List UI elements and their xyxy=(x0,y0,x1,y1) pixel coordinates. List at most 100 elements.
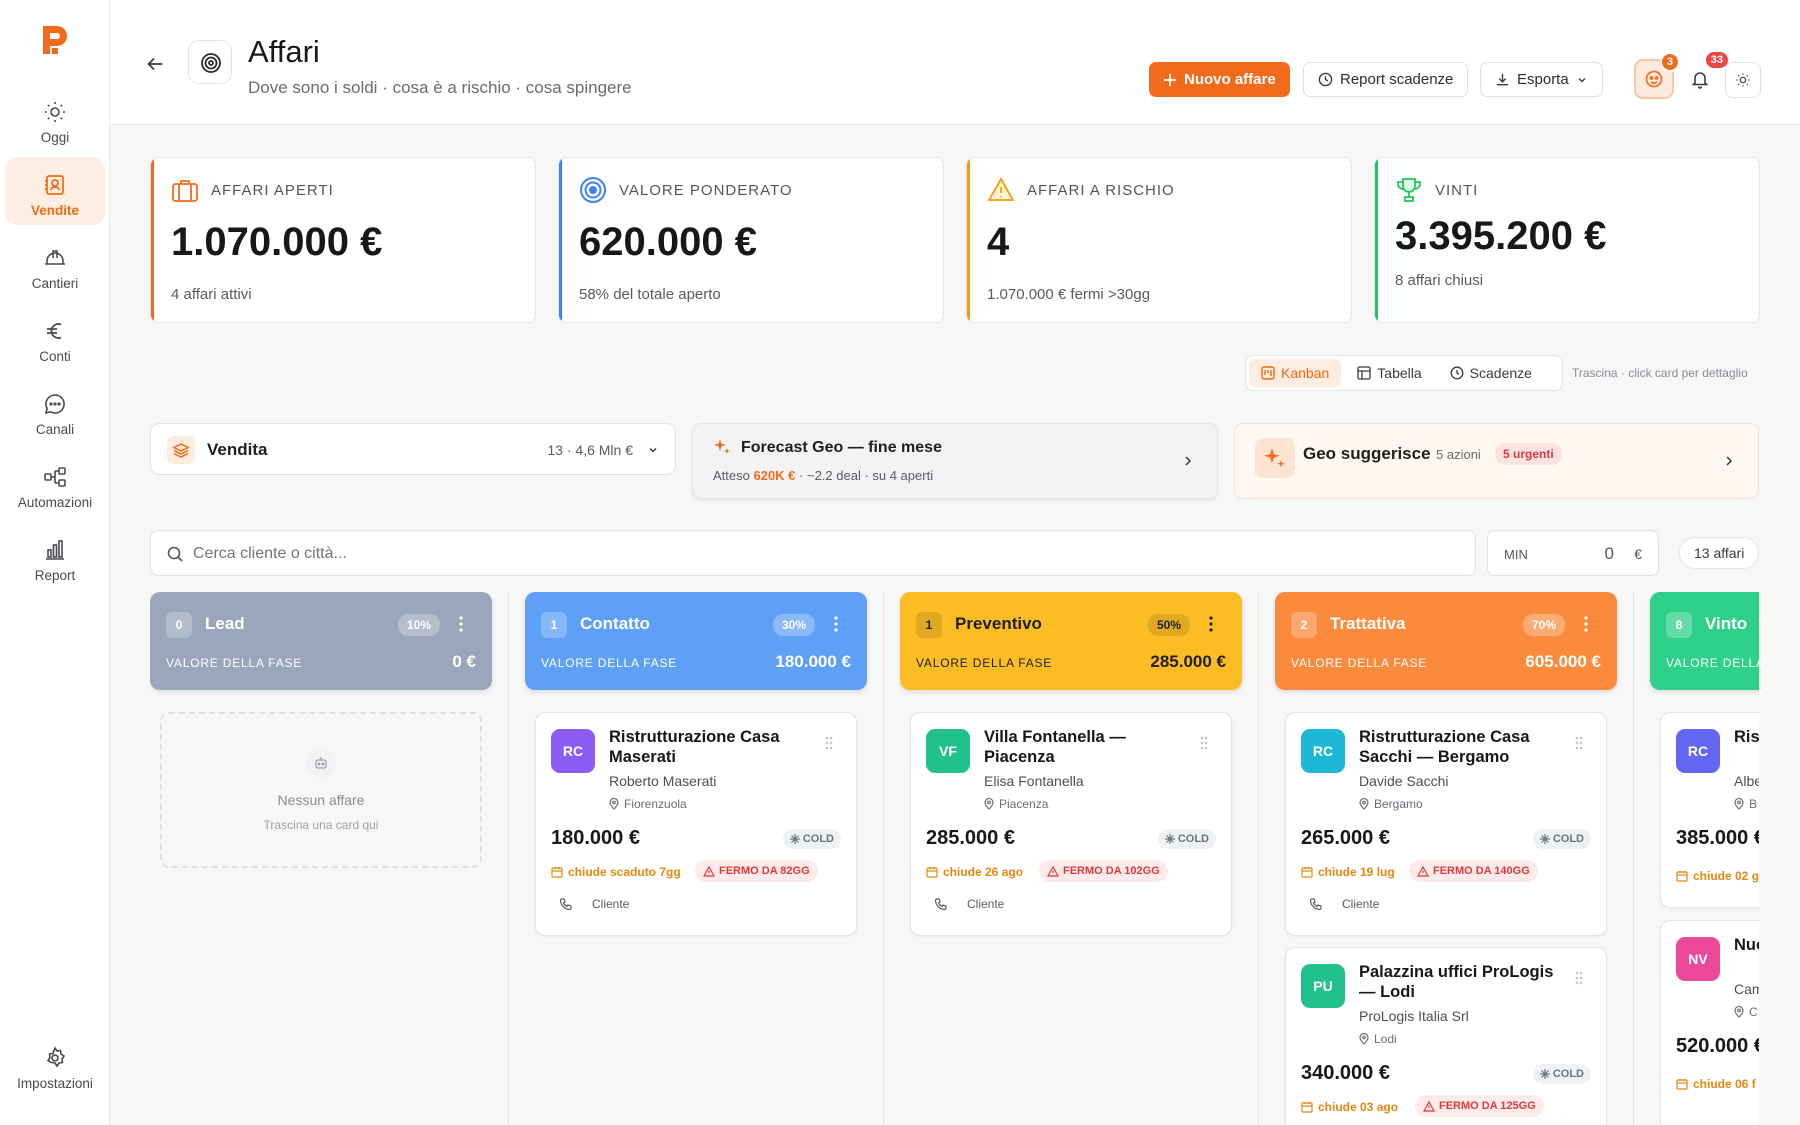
column-value-label: VALORE DELLA FASE xyxy=(1666,656,1759,670)
temperature-label: COLD xyxy=(1552,1068,1584,1080)
contacts-icon xyxy=(43,173,67,197)
sparkle-icon xyxy=(713,438,731,456)
trophy-icon xyxy=(1395,176,1423,204)
phone-icon[interactable] xyxy=(1309,897,1322,911)
pipeline-name: Vendita xyxy=(207,440,268,459)
deal-contact: Elisa Fontanella xyxy=(984,773,1084,789)
deal-card[interactable]: RC Ristrutturazione Casa Sacchi — Bergam… xyxy=(1285,712,1607,936)
search-icon xyxy=(167,546,183,562)
deal-value: 385.000 € xyxy=(1676,827,1759,849)
deal-card[interactable]: NV Nuova Cer Cam C 520.000 € chiude 06 f xyxy=(1660,920,1759,1125)
temperature-label: COLD xyxy=(802,833,834,845)
phone-icon[interactable] xyxy=(934,897,947,911)
export-dropdown[interactable]: Esporta xyxy=(1480,62,1603,97)
column-count: 8 xyxy=(1666,612,1692,638)
layers-icon xyxy=(167,436,195,464)
drag-handle-icon[interactable] xyxy=(1199,735,1209,751)
chevron-right-icon xyxy=(1724,454,1734,468)
contact-type: Cliente xyxy=(934,897,1004,911)
stall-badge: FERMO DA 82GG xyxy=(695,860,818,882)
stat-open-deals: AFFARI APERTI 1.070.000 € 4 affari attiv… xyxy=(150,157,536,323)
pin-icon xyxy=(1359,798,1369,810)
notifications-button[interactable]: 33 xyxy=(1680,50,1730,99)
app-logo[interactable] xyxy=(41,24,69,56)
warning-icon xyxy=(703,865,715,877)
stat-won: VINTI 3.395.200 € 8 affari chiusi xyxy=(1374,157,1760,323)
column-name: Vinto xyxy=(1705,614,1748,633)
search-input[interactable] xyxy=(193,539,1453,569)
empty-dropzone[interactable]: Nessun affare Trascina una card qui xyxy=(160,712,482,868)
min-value-filter[interactable]: MIN 0 € xyxy=(1487,530,1659,576)
column-preventivo: 1 Preventivo 50% VALORE DELLA FASE 285.0… xyxy=(900,592,1242,1125)
more-vertical-icon[interactable] xyxy=(1577,614,1595,634)
column-header[interactable]: 2 Trattativa 70% VALORE DELLA FASE 605.0… xyxy=(1275,592,1617,690)
deal-city: C xyxy=(1749,1005,1758,1019)
stat-sub: 1.070.000 € fermi >30gg xyxy=(987,286,1151,303)
deal-contact: Cam xyxy=(1734,981,1759,997)
column-header[interactable]: 1 Preventivo 50% VALORE DELLA FASE 285.0… xyxy=(900,592,1242,690)
column-name: Preventivo xyxy=(955,614,1042,633)
ai-assistant-button[interactable]: 3 xyxy=(1634,52,1680,99)
report-label: Report scadenze xyxy=(1340,71,1454,88)
column-value: 285.000 € xyxy=(1150,652,1226,671)
sidebar-item-report[interactable]: Report xyxy=(5,522,105,590)
deal-card[interactable]: RC Ristrutturazione con Albe B 385.000 €… xyxy=(1660,712,1759,908)
more-vertical-icon[interactable] xyxy=(827,614,845,634)
deal-card[interactable]: PU Palazzina uffici ProLogis — Lodi ProL… xyxy=(1285,947,1607,1125)
new-deal-button[interactable]: Nuovo affare xyxy=(1149,62,1290,97)
pipeline-selector[interactable]: Vendita 13 · 4,6 Mln € xyxy=(150,423,676,475)
forecast-amount: 620K € xyxy=(753,468,796,483)
sidebar-item-impostazioni[interactable]: Impostazioni xyxy=(5,1034,105,1102)
stat-sub: 8 affari chiusi xyxy=(1395,272,1484,289)
deal-city: B xyxy=(1749,797,1758,811)
column-header[interactable]: 8 Vinto VALORE DELLA FASE xyxy=(1650,592,1759,690)
close-date-label: chiude 19 lug xyxy=(1318,865,1395,879)
sidebar-item-canali[interactable]: Canali xyxy=(5,376,105,444)
column-probability: 70% xyxy=(1522,614,1565,636)
close-date: chiude 26 ago xyxy=(926,865,1023,879)
sidebar-item-conti[interactable]: Conti xyxy=(5,303,105,371)
more-vertical-icon[interactable] xyxy=(452,614,470,634)
column-value-label: VALORE DELLA FASE xyxy=(916,656,1053,670)
report-deadlines-button[interactable]: Report scadenze xyxy=(1303,62,1469,97)
deal-card[interactable]: RC Ristrutturazione Casa Maserati Robert… xyxy=(535,712,857,936)
column-name: Trattativa xyxy=(1330,614,1406,633)
close-date: chiude 02 g xyxy=(1676,869,1759,883)
theme-toggle-button[interactable] xyxy=(1725,62,1761,98)
sidebar-item-automazioni[interactable]: Automazioni xyxy=(5,449,105,517)
temperature-badge: COLD xyxy=(782,829,841,849)
phone-icon[interactable] xyxy=(559,897,572,911)
min-value[interactable]: 0 xyxy=(1605,544,1614,564)
sidebar-item-oggi[interactable]: Oggi xyxy=(5,84,105,152)
workflow-icon xyxy=(43,465,67,489)
deal-card[interactable]: VF Villa Fontanella — Piacenza Elisa Fon… xyxy=(910,712,1232,936)
drag-handle-icon[interactable] xyxy=(824,735,834,751)
tab-kanban[interactable]: Kanban xyxy=(1249,359,1342,387)
back-arrow-icon[interactable] xyxy=(144,53,166,75)
drag-handle-icon[interactable] xyxy=(1574,735,1584,751)
bar-chart-icon xyxy=(43,538,67,562)
sun-icon xyxy=(1735,72,1751,88)
gear-icon xyxy=(43,1046,67,1070)
geo-suggestions-card[interactable]: Geo suggerisce 5 azioni 5 urgenti xyxy=(1234,423,1759,499)
sidebar-item-vendite[interactable]: Vendite xyxy=(5,157,105,225)
column-header[interactable]: 0 Lead 10% VALORE DELLA FASE 0 € xyxy=(150,592,492,690)
contact-type-label: Cliente xyxy=(1342,897,1380,911)
more-vertical-icon[interactable] xyxy=(1202,614,1220,634)
sidebar-item-cantieri[interactable]: Cantieri xyxy=(5,230,105,298)
stall-label: FERMO DA 125GG xyxy=(1439,1100,1536,1112)
stat-accent xyxy=(559,158,562,322)
warning-icon xyxy=(1047,865,1059,877)
drag-handle-icon[interactable] xyxy=(1574,970,1584,986)
view-switcher: Kanban Tabella Scadenze xyxy=(1245,355,1563,391)
stat-accent xyxy=(151,158,154,322)
forecast-card[interactable]: Forecast Geo — fine mese Atteso 620K € ·… xyxy=(692,423,1218,499)
column-contatto: 1 Contatto 30% VALORE DELLA FASE 180.000… xyxy=(525,592,867,1125)
tab-deadlines[interactable]: Scadenze xyxy=(1438,359,1544,387)
tab-table[interactable]: Tabella xyxy=(1345,359,1433,387)
column-value-label: VALORE DELLA FASE xyxy=(166,656,303,670)
column-header[interactable]: 1 Contatto 30% VALORE DELLA FASE 180.000… xyxy=(525,592,867,690)
close-date: chiude 06 f xyxy=(1676,1077,1756,1091)
forecast-rest: · ~2.2 deal · su 4 aperti xyxy=(799,468,934,483)
snowflake-icon xyxy=(1539,1069,1550,1079)
